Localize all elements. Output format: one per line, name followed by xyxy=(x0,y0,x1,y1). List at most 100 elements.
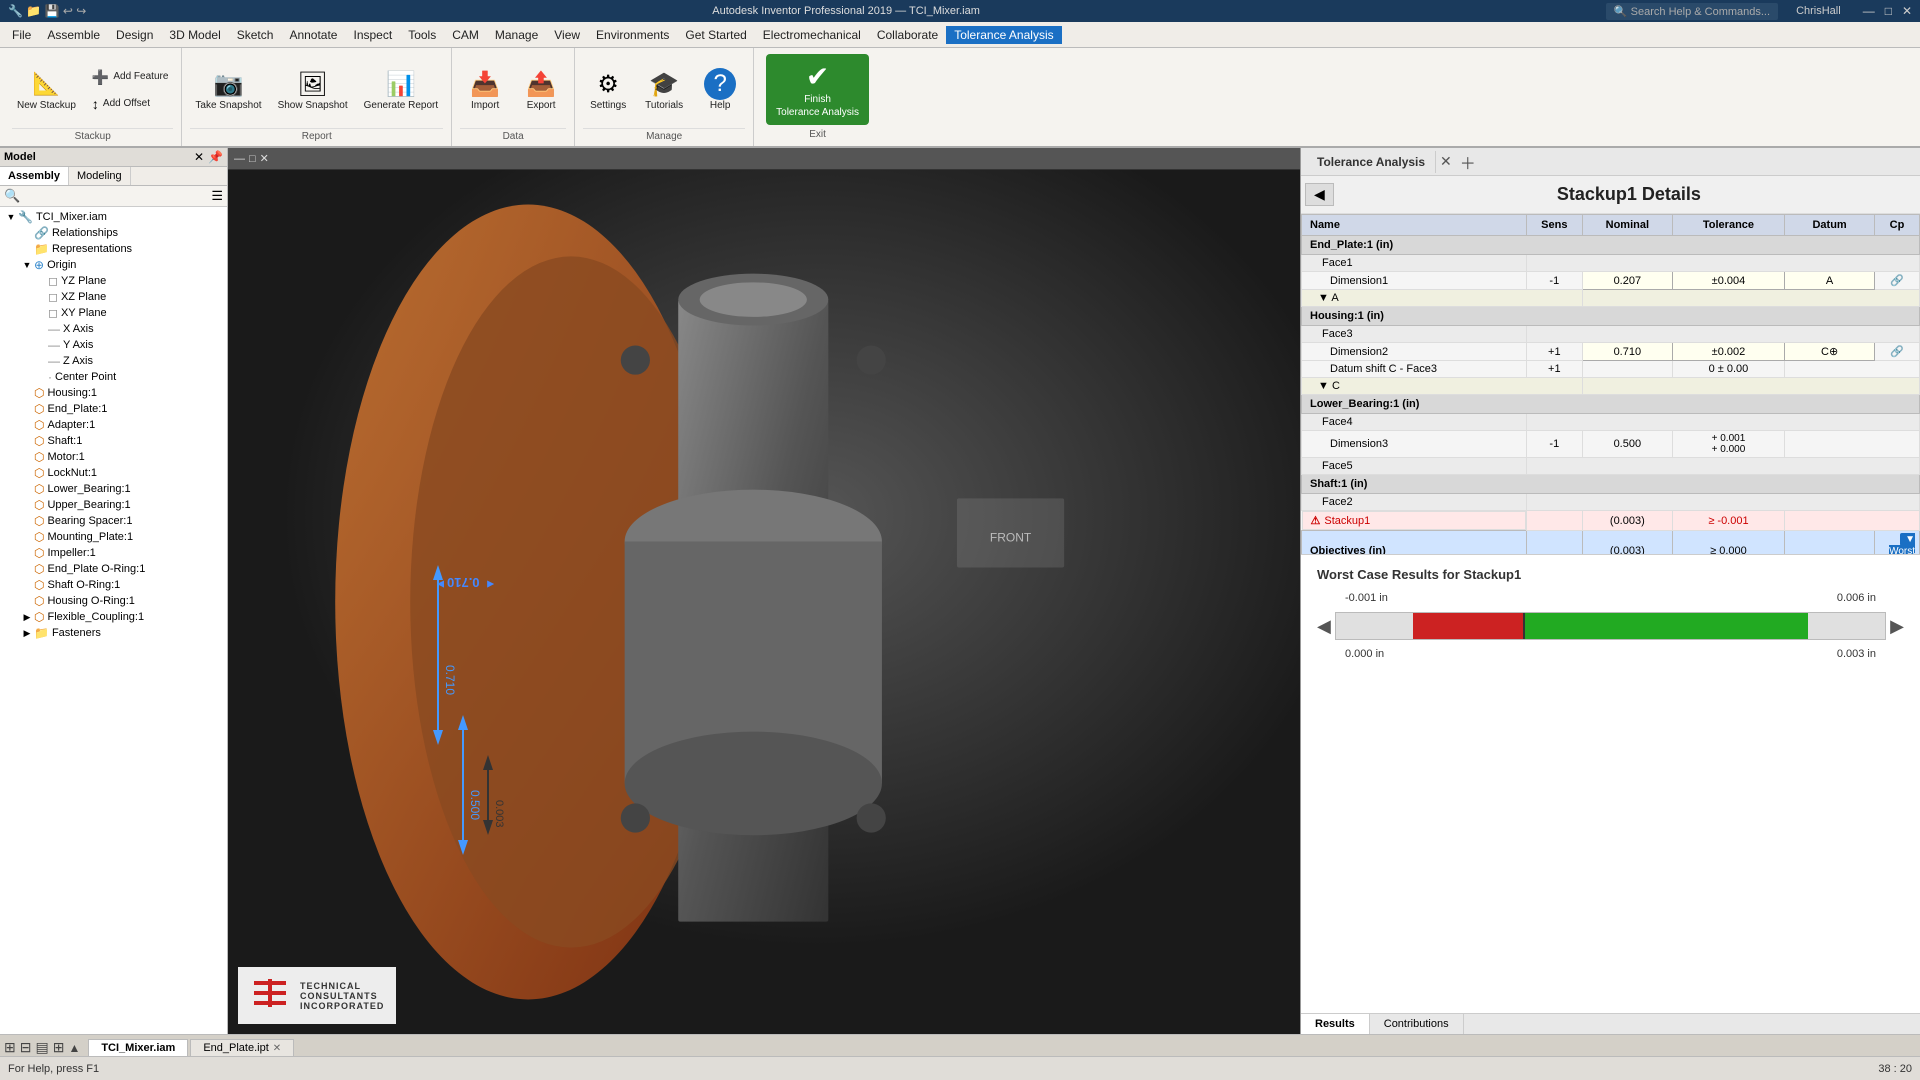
menu-manage[interactable]: Manage xyxy=(487,26,546,44)
menu-tolerance[interactable]: Tolerance Analysis xyxy=(946,26,1061,44)
panel-add-icon[interactable]: ＋ xyxy=(1460,150,1476,174)
search-box[interactable]: 🔍 Search Help & Commands... xyxy=(1606,3,1778,20)
file-tab-close-2[interactable]: ✕ xyxy=(273,1043,281,1054)
tab-results[interactable]: Results xyxy=(1301,1014,1370,1034)
file-tab-tci-mixer[interactable]: TCI_Mixer.iam xyxy=(88,1039,188,1056)
menu-environments[interactable]: Environments xyxy=(588,26,677,44)
tree-item-locknut[interactable]: ⬡ LockNut:1 xyxy=(2,465,225,481)
tutorials-button[interactable]: 🎓 Tutorials xyxy=(639,65,689,115)
menu-view[interactable]: View xyxy=(546,26,588,44)
menu-electromechanical[interactable]: Electromechanical xyxy=(755,26,869,44)
tree-item-shaft-oring[interactable]: ⬡ Shaft O-Ring:1 xyxy=(2,577,225,593)
tab-assembly[interactable]: Assembly xyxy=(0,167,69,185)
tree-item-impeller[interactable]: ⬡ Impeller:1 xyxy=(2,545,225,561)
menu-sketch[interactable]: Sketch xyxy=(229,26,282,44)
menu-collaborate[interactable]: Collaborate xyxy=(869,26,946,44)
tolerance-tab-label[interactable]: Tolerance Analysis xyxy=(1307,151,1436,173)
view-icon-3[interactable]: ▤ xyxy=(35,1039,48,1056)
import-button[interactable]: 📥 Import xyxy=(460,65,510,115)
tree-item-housing-oring[interactable]: ⬡ Housing O-Ring:1 xyxy=(2,593,225,609)
dim1-tolerance[interactable]: ±0.004 xyxy=(1672,272,1784,290)
table-row-stackup1[interactable]: ⚠ Stackup1 (0.003) ≥ -0.001 xyxy=(1302,511,1920,531)
table-row-dim1[interactable]: Dimension1 -1 0.207 ±0.004 A 🔗 xyxy=(1302,272,1920,290)
add-offset-button[interactable]: ↕ Add Offset xyxy=(87,93,173,115)
menu-file[interactable]: File xyxy=(4,26,39,44)
panel-menu-icon[interactable]: ☰ xyxy=(211,188,223,204)
tree-item-housing[interactable]: ⬡ Housing:1 xyxy=(2,385,225,401)
tree-item-end-plate[interactable]: ⬡ End_Plate:1 xyxy=(2,401,225,417)
new-stackup-button[interactable]: 📐 New Stackup xyxy=(12,65,81,115)
panel-close-icon[interactable]: ✕ xyxy=(194,150,204,164)
tree-item-mounting-plate[interactable]: ⬡ Mounting_Plate:1 xyxy=(2,529,225,545)
tree-item-bearing-spacer[interactable]: ⬡ Bearing Spacer:1 xyxy=(2,513,225,529)
dim1-datum[interactable]: A xyxy=(1785,272,1875,290)
dim1-cp[interactable]: 🔗 xyxy=(1875,272,1920,290)
show-snapshot-button[interactable]: 🖼 Show Snapshot xyxy=(273,65,353,115)
app-icons[interactable]: 🔧 📁 💾 ↩ ↪ xyxy=(8,4,86,18)
finish-tolerance-button[interactable]: ✔ FinishTolerance Analysis xyxy=(766,54,869,125)
menu-3dmodel[interactable]: 3D Model xyxy=(161,26,228,44)
add-feature-button[interactable]: ➕ Add Feature xyxy=(87,66,173,89)
close-button[interactable]: ✕ xyxy=(1902,4,1912,18)
panel-pin-icon[interactable]: 📌 xyxy=(208,150,223,164)
tree-item-lower-bearing[interactable]: ⬡ Lower_Bearing:1 xyxy=(2,481,225,497)
tree-item-flexible-coupling[interactable]: ▶ ⬡ Flexible_Coupling:1 xyxy=(2,609,225,625)
menu-getstarted[interactable]: Get Started xyxy=(677,26,754,44)
tree-item-x-axis[interactable]: — X Axis xyxy=(2,321,225,337)
back-button[interactable]: ◀ xyxy=(1305,183,1334,206)
menu-assemble[interactable]: Assemble xyxy=(39,26,108,44)
tree-item-xz-plane[interactable]: ◻ XZ Plane xyxy=(2,289,225,305)
tree-item-adapter[interactable]: ⬡ Adapter:1 xyxy=(2,417,225,433)
dim2-tolerance[interactable]: ±0.002 xyxy=(1672,343,1784,361)
viewport-restore[interactable]: □ xyxy=(249,153,256,165)
take-snapshot-button[interactable]: 📷 Take Snapshot xyxy=(190,65,266,115)
tree-item-upper-bearing[interactable]: ⬡ Upper_Bearing:1 xyxy=(2,497,225,513)
tree-item-origin[interactable]: ▼ ⊕ Origin xyxy=(2,257,225,273)
menu-design[interactable]: Design xyxy=(108,26,161,44)
tree-item-yz-plane[interactable]: ◻ YZ Plane xyxy=(2,273,225,289)
viewport[interactable]: — □ ✕ xyxy=(228,148,1300,1034)
table-row-dim3[interactable]: Dimension3 -1 0.500 + 0.001+ 0.000 xyxy=(1302,431,1920,458)
tree-item-tci-mixer[interactable]: ▼ 🔧 TCI_Mixer.iam xyxy=(2,209,225,225)
tree-expander[interactable]: ▼ xyxy=(4,212,18,222)
viewport-minimize[interactable]: — xyxy=(234,153,245,165)
tree-item-shaft[interactable]: ⬡ Shaft:1 xyxy=(2,433,225,449)
tree-item-z-axis[interactable]: — Z Axis xyxy=(2,353,225,369)
max-button[interactable]: □ xyxy=(1885,4,1892,18)
search-icon[interactable]: 🔍 xyxy=(4,188,20,204)
viewport-3d[interactable]: FRONT ▲ 0.710 ▼ 0.710 xyxy=(228,170,1300,1034)
menu-annotate[interactable]: Annotate xyxy=(281,26,345,44)
tree-item-y-axis[interactable]: — Y Axis xyxy=(2,337,225,353)
view-icon-1[interactable]: ⊞ xyxy=(4,1039,16,1056)
tree-item-fasteners[interactable]: ▶ 📁 Fasteners xyxy=(2,625,225,641)
menu-tools[interactable]: Tools xyxy=(400,26,444,44)
tree-item-center-point[interactable]: · Center Point xyxy=(2,369,225,385)
dim2-nominal[interactable]: 0.710 xyxy=(1582,343,1672,361)
tab-contributions[interactable]: Contributions xyxy=(1370,1014,1464,1034)
tree-item-relationships[interactable]: 🔗 Relationships xyxy=(2,225,225,241)
dim2-datum[interactable]: C⊕ xyxy=(1785,343,1875,361)
view-icon-4[interactable]: ⊞ xyxy=(53,1039,65,1056)
tree-item-representations[interactable]: 📁 Representations xyxy=(2,241,225,257)
tree-item-end-plate-oring[interactable]: ⬡ End_Plate O-Ring:1 xyxy=(2,561,225,577)
table-row-objectives[interactable]: Objectives (in) (0.003) ≥ 0.000 ▼ Worst … xyxy=(1302,531,1920,555)
view-icon-2[interactable]: ⊟ xyxy=(20,1039,32,1056)
stackup-table-wrapper: Name Sens Nominal Tolerance Datum Cp End… xyxy=(1301,214,1920,554)
view-arrow-up[interactable]: ▲ xyxy=(68,1041,80,1055)
panel-close-x[interactable]: ✕ xyxy=(1440,153,1452,170)
file-tab-end-plate[interactable]: End_Plate.ipt ✕ xyxy=(190,1039,294,1056)
viewport-close[interactable]: ✕ xyxy=(260,152,269,165)
dim2-cp[interactable]: 🔗 xyxy=(1875,343,1920,361)
table-row-dim2[interactable]: Dimension2 +1 0.710 ±0.002 C⊕ 🔗 xyxy=(1302,343,1920,361)
tab-modeling[interactable]: Modeling xyxy=(69,167,131,185)
generate-report-button[interactable]: 📊 Generate Report xyxy=(359,65,444,115)
menu-cam[interactable]: CAM xyxy=(444,26,487,44)
tree-item-motor[interactable]: ⬡ Motor:1 xyxy=(2,449,225,465)
export-button[interactable]: 📤 Export xyxy=(516,65,566,115)
help-button[interactable]: ? Help xyxy=(695,65,745,115)
tree-item-xy-plane[interactable]: ◻ XY Plane xyxy=(2,305,225,321)
min-button[interactable]: — xyxy=(1863,4,1875,18)
menu-inspect[interactable]: Inspect xyxy=(345,26,400,44)
dim1-nominal[interactable]: 0.207 xyxy=(1582,272,1672,290)
settings-button[interactable]: ⚙ Settings xyxy=(583,65,633,115)
